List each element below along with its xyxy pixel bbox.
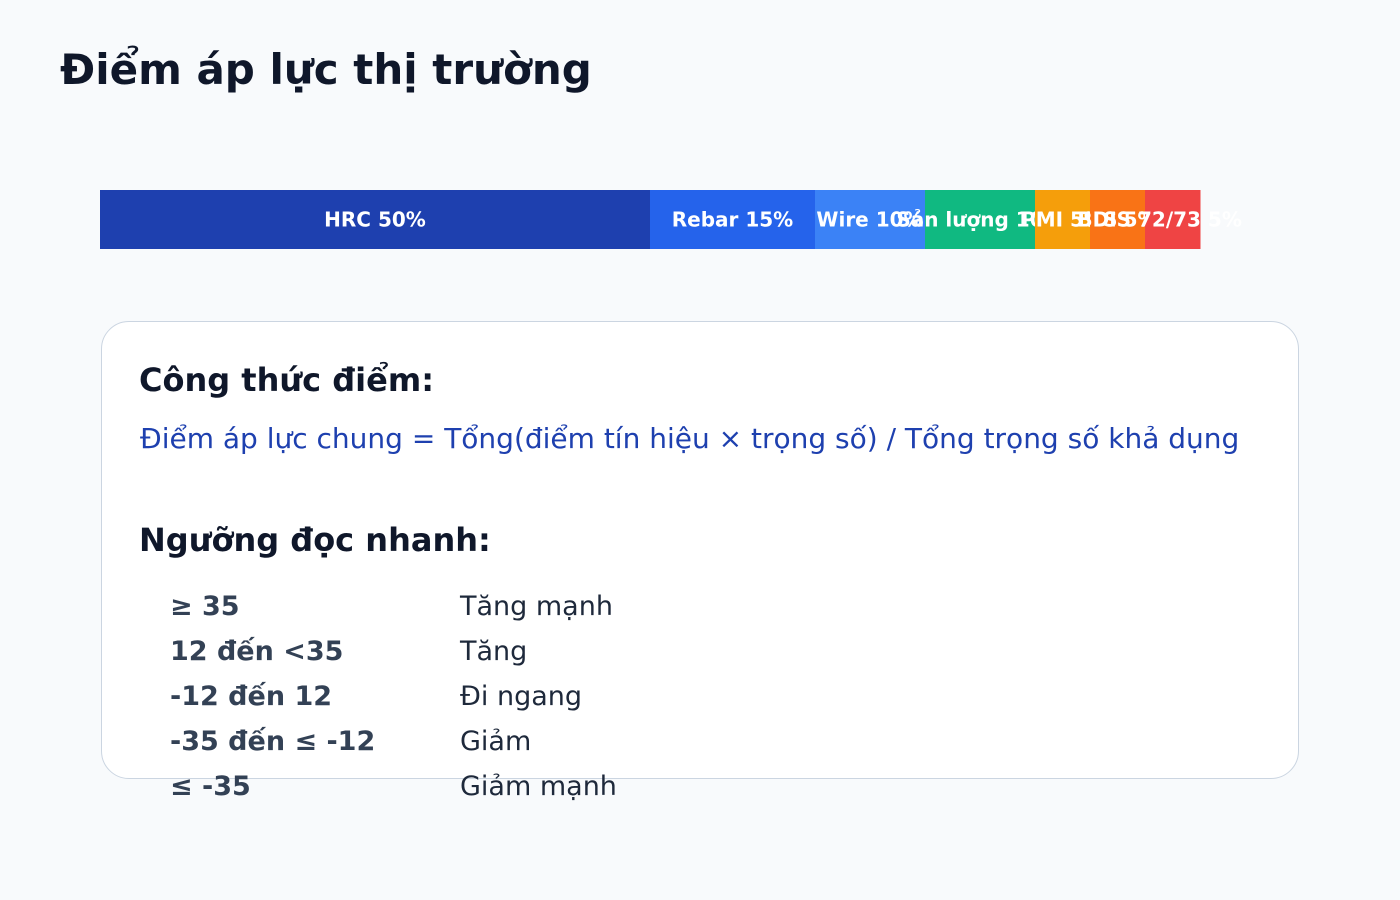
- bar-segment-label: SS 72/73 5%: [1103, 208, 1242, 232]
- threshold-heading: Ngưỡng đọc nhanh:: [139, 521, 491, 559]
- threshold-range: -35 đến ≤ -12: [170, 726, 376, 757]
- formula-text: Điểm áp lực chung = Tổng(điểm tín hiệu ×…: [140, 422, 1240, 455]
- threshold-range: ≥ 35: [170, 591, 240, 622]
- page: Điểm áp lực thị trường HRC 50% Rebar 15% W…: [0, 0, 1400, 900]
- threshold-row: ≤ -35 Giảm mạnh: [170, 767, 870, 807]
- threshold-range: 12 đến <35: [170, 636, 344, 667]
- threshold-meaning: Tăng mạnh: [460, 591, 613, 622]
- threshold-meaning: Tăng: [460, 636, 528, 667]
- threshold-meaning: Giảm: [460, 726, 532, 757]
- page-title: Điểm áp lực thị trường: [60, 45, 592, 94]
- weight-stacked-bar-chart: HRC 50% Rebar 15% Wire 10%Sản lượng 10%PMI…: [100, 190, 1242, 249]
- threshold-range: ≤ -35: [170, 771, 251, 802]
- threshold-row: -35 đến ≤ -12 Giảm: [170, 722, 870, 762]
- threshold-meaning: Đi ngang: [460, 681, 583, 712]
- threshold-range: -12 đến 12: [170, 681, 333, 712]
- formula-heading: Công thức điểm:: [139, 361, 434, 399]
- threshold-meaning: Giảm mạnh: [460, 771, 617, 802]
- threshold-row: 12 đến <35 Tăng: [170, 632, 870, 672]
- threshold-row: -12 đến 12 Đi ngang: [170, 677, 870, 717]
- bar-segment-label: Rebar 15%: [672, 208, 793, 232]
- threshold-row: ≥ 35 Tăng mạnh: [170, 587, 870, 627]
- bar-segment-label: HRC 50%: [324, 208, 426, 232]
